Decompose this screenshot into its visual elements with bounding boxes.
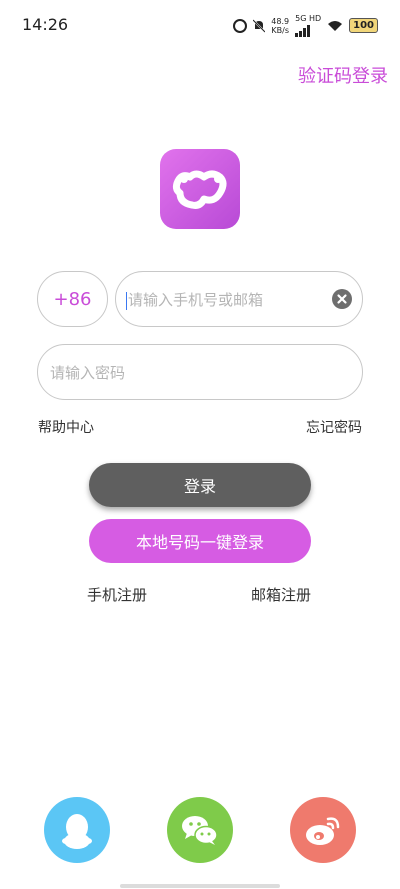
network-type: 5G HD	[295, 14, 321, 37]
qq-icon	[62, 814, 92, 849]
help-center-link[interactable]: 帮助中心	[38, 417, 94, 437]
phone-register-link[interactable]: 手机注册	[87, 584, 147, 605]
sms-login-link[interactable]: 验证码登录	[298, 62, 388, 88]
login-button[interactable]: 登录	[89, 463, 311, 507]
wifi-icon	[328, 20, 343, 31]
clear-icon[interactable]	[332, 289, 352, 309]
alarm-icon	[233, 18, 248, 33]
one-click-login-button[interactable]: 本地号码一键登录	[89, 519, 311, 563]
qq-login-button[interactable]	[44, 797, 110, 863]
status-bar: 14:26 48.9 KB/s 5G HD 100	[0, 0, 400, 48]
phone-email-input[interactable]: 请输入手机号或邮箱	[115, 271, 363, 327]
weibo-login-button[interactable]	[290, 797, 356, 863]
email-register-link[interactable]: 邮箱注册	[251, 584, 311, 605]
net-speed: 48.9 KB/s	[271, 17, 289, 35]
password-input[interactable]: 请输入密码	[37, 344, 363, 400]
text-cursor	[126, 292, 127, 310]
home-indicator[interactable]	[120, 884, 280, 888]
app-logo	[160, 149, 240, 229]
mute-icon	[252, 18, 267, 33]
forgot-password-link[interactable]: 忘记密码	[306, 417, 362, 437]
phone-email-placeholder: 请输入手机号或邮箱	[128, 291, 264, 309]
status-time: 14:26	[22, 15, 69, 34]
battery-icon: 100	[349, 18, 378, 33]
net-speed-unit: KB/s	[271, 25, 289, 35]
password-placeholder: 请输入密码	[50, 364, 126, 382]
country-code-selector[interactable]: +86	[37, 271, 108, 327]
status-icons: 48.9 KB/s 5G HD 100	[233, 14, 378, 37]
signal-icon	[295, 23, 321, 37]
network-type-label: 5G HD	[295, 14, 322, 23]
weibo-icon	[306, 817, 340, 845]
net-speed-value: 48.9	[271, 16, 290, 26]
wechat-login-button[interactable]	[167, 797, 233, 863]
wechat-icon	[182, 816, 218, 845]
